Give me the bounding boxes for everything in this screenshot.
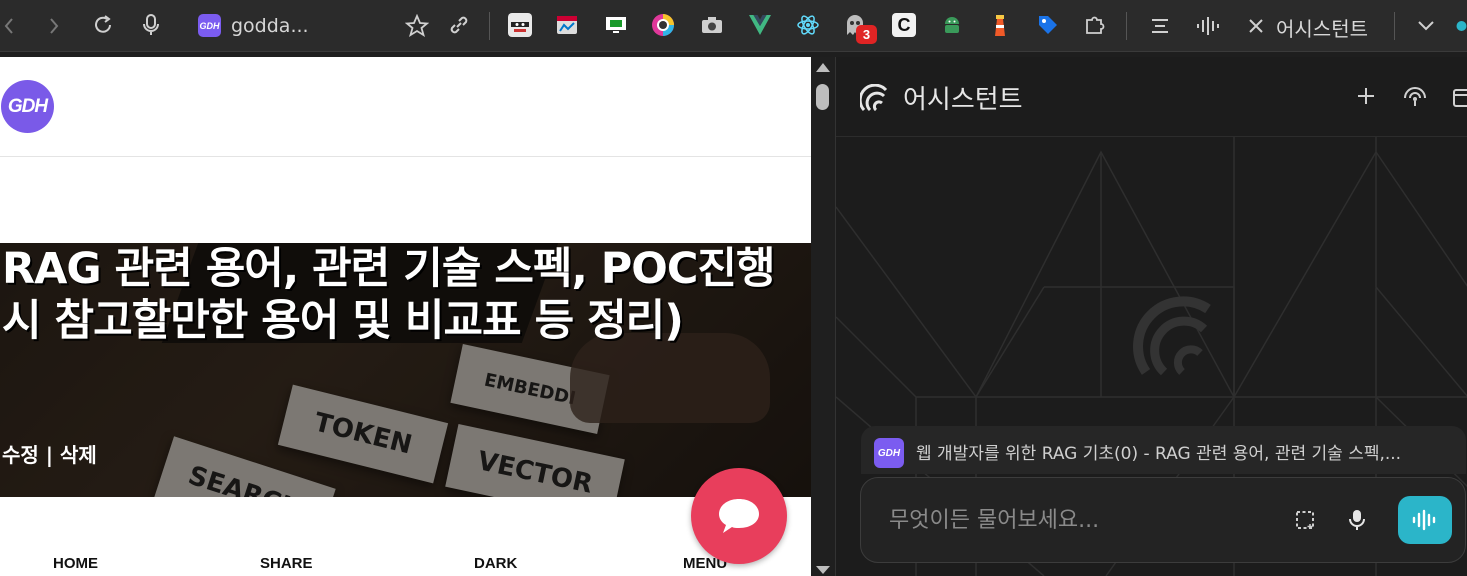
extension-badge: 3	[856, 25, 877, 44]
audio-wave-icon	[1412, 509, 1436, 531]
post-title: RAG 관련 용어, 관련 기술 스펙, POC진행시 참고할만한 용어 및 비…	[2, 244, 776, 346]
scroll-up-icon[interactable]	[816, 63, 830, 72]
page-scrollbar[interactable]	[811, 57, 835, 576]
new-chat-icon[interactable]	[1356, 86, 1376, 111]
profile-avatar[interactable]	[1456, 14, 1467, 38]
context-favicon-icon: GDH	[874, 438, 904, 468]
context-page-title: 웹 개발자를 위한 RAG 기초(0) - RAG 관련 용어, 관련 기술 스…	[916, 444, 1402, 464]
toolbar-separator	[489, 12, 490, 40]
header-divider	[0, 156, 811, 157]
scroll-down-icon[interactable]	[816, 566, 830, 574]
link-icon[interactable]	[447, 13, 471, 37]
microphone-icon[interactable]	[140, 13, 162, 37]
browser-icon[interactable]	[555, 13, 579, 37]
assistant-watermark-icon	[1133, 296, 1211, 376]
screenshot-select-icon[interactable]	[1295, 510, 1315, 535]
chevron-down-icon[interactable]	[1414, 14, 1438, 38]
scroll-thumb[interactable]	[816, 84, 829, 110]
broadcast-icon[interactable]	[1402, 84, 1428, 113]
web-page: GDH EMBEDDI TOKEN VECTOR SEARCH RAG 관련 용…	[0, 57, 811, 576]
react-icon[interactable]	[796, 13, 820, 37]
nav-home[interactable]: HOME	[53, 555, 98, 572]
lighthouse-icon[interactable]	[988, 13, 1012, 37]
assistant-logo-icon	[858, 83, 890, 117]
nav-share[interactable]: SHARE	[260, 555, 313, 572]
audio-wave-icon[interactable]	[1195, 14, 1221, 38]
assistant-input-box	[860, 477, 1466, 563]
nav-dark[interactable]: DARK	[474, 555, 517, 572]
forward-icon[interactable]	[44, 14, 64, 38]
toolbar-separator	[1126, 12, 1127, 40]
bookmark-star-icon[interactable]	[404, 13, 430, 39]
camera-icon[interactable]	[700, 13, 724, 37]
color-wheel-icon[interactable]	[651, 13, 675, 37]
browser-toolbar: GDH godda... 3 C 어시스턴트	[0, 0, 1467, 52]
page-context-chip[interactable]: GDH 웹 개발자를 위한 RAG 기초(0) - RAG 관련 용어, 관련 …	[861, 426, 1466, 474]
assistant-title: 어시스턴트	[903, 85, 1023, 115]
tag-icon[interactable]	[1036, 13, 1060, 37]
back-icon[interactable]	[0, 14, 18, 38]
tab-favicon-icon: GDH	[198, 14, 221, 37]
history-icon[interactable]	[1452, 86, 1467, 108]
hero-banner: EMBEDDI TOKEN VECTOR SEARCH RAG 관련 용어, 관…	[0, 243, 811, 497]
android-icon[interactable]	[940, 13, 964, 37]
site-logo[interactable]: GDH	[1, 80, 54, 133]
vue-icon[interactable]	[748, 13, 772, 37]
chat-button[interactable]	[691, 468, 787, 564]
side-panel-tab-title[interactable]: 어시스턴트	[1276, 13, 1368, 42]
chat-bubble-icon	[719, 499, 759, 533]
reading-list-icon[interactable]	[1148, 14, 1172, 38]
voice-mode-button[interactable]	[1398, 496, 1452, 544]
toolbar-separator	[1394, 12, 1395, 40]
microphone-icon[interactable]	[1348, 508, 1366, 537]
monitor-icon[interactable]	[604, 13, 628, 37]
c-icon[interactable]: C	[892, 13, 916, 37]
assistant-panel: 어시스턴트 GDH 웹 개발자를 위한 RAG 기초(0) - RAG 관련 용…	[835, 57, 1467, 576]
close-panel-icon[interactable]	[1245, 14, 1267, 38]
assistant-header: 어시스턴트	[836, 57, 1467, 137]
tab-title[interactable]: godda...	[231, 15, 309, 37]
puzzle-icon[interactable]	[1083, 13, 1107, 37]
ninja-icon[interactable]	[508, 13, 532, 37]
reload-icon[interactable]	[91, 13, 115, 37]
assistant-prompt-input[interactable]	[889, 502, 1269, 538]
post-actions[interactable]: 수정 | 삭제	[2, 439, 97, 468]
